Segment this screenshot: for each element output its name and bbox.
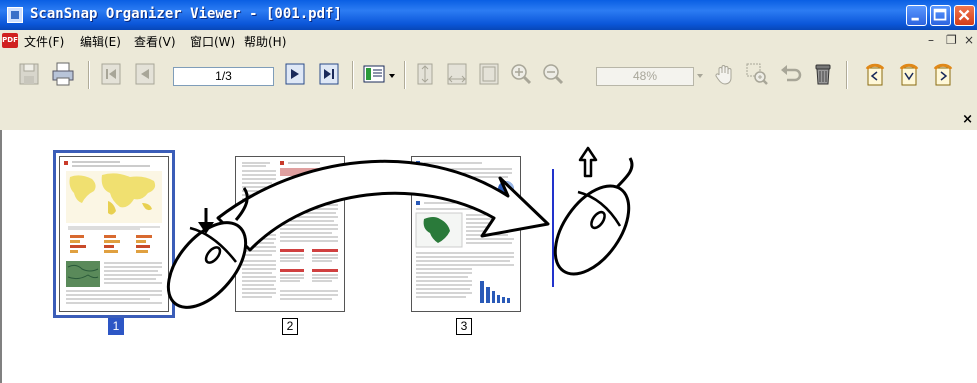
drag-annotation-overlay (166, 146, 634, 309)
mouse-press-icon (166, 187, 249, 309)
drag-arrow-icon (216, 159, 550, 252)
mouse-release-icon (553, 146, 634, 276)
